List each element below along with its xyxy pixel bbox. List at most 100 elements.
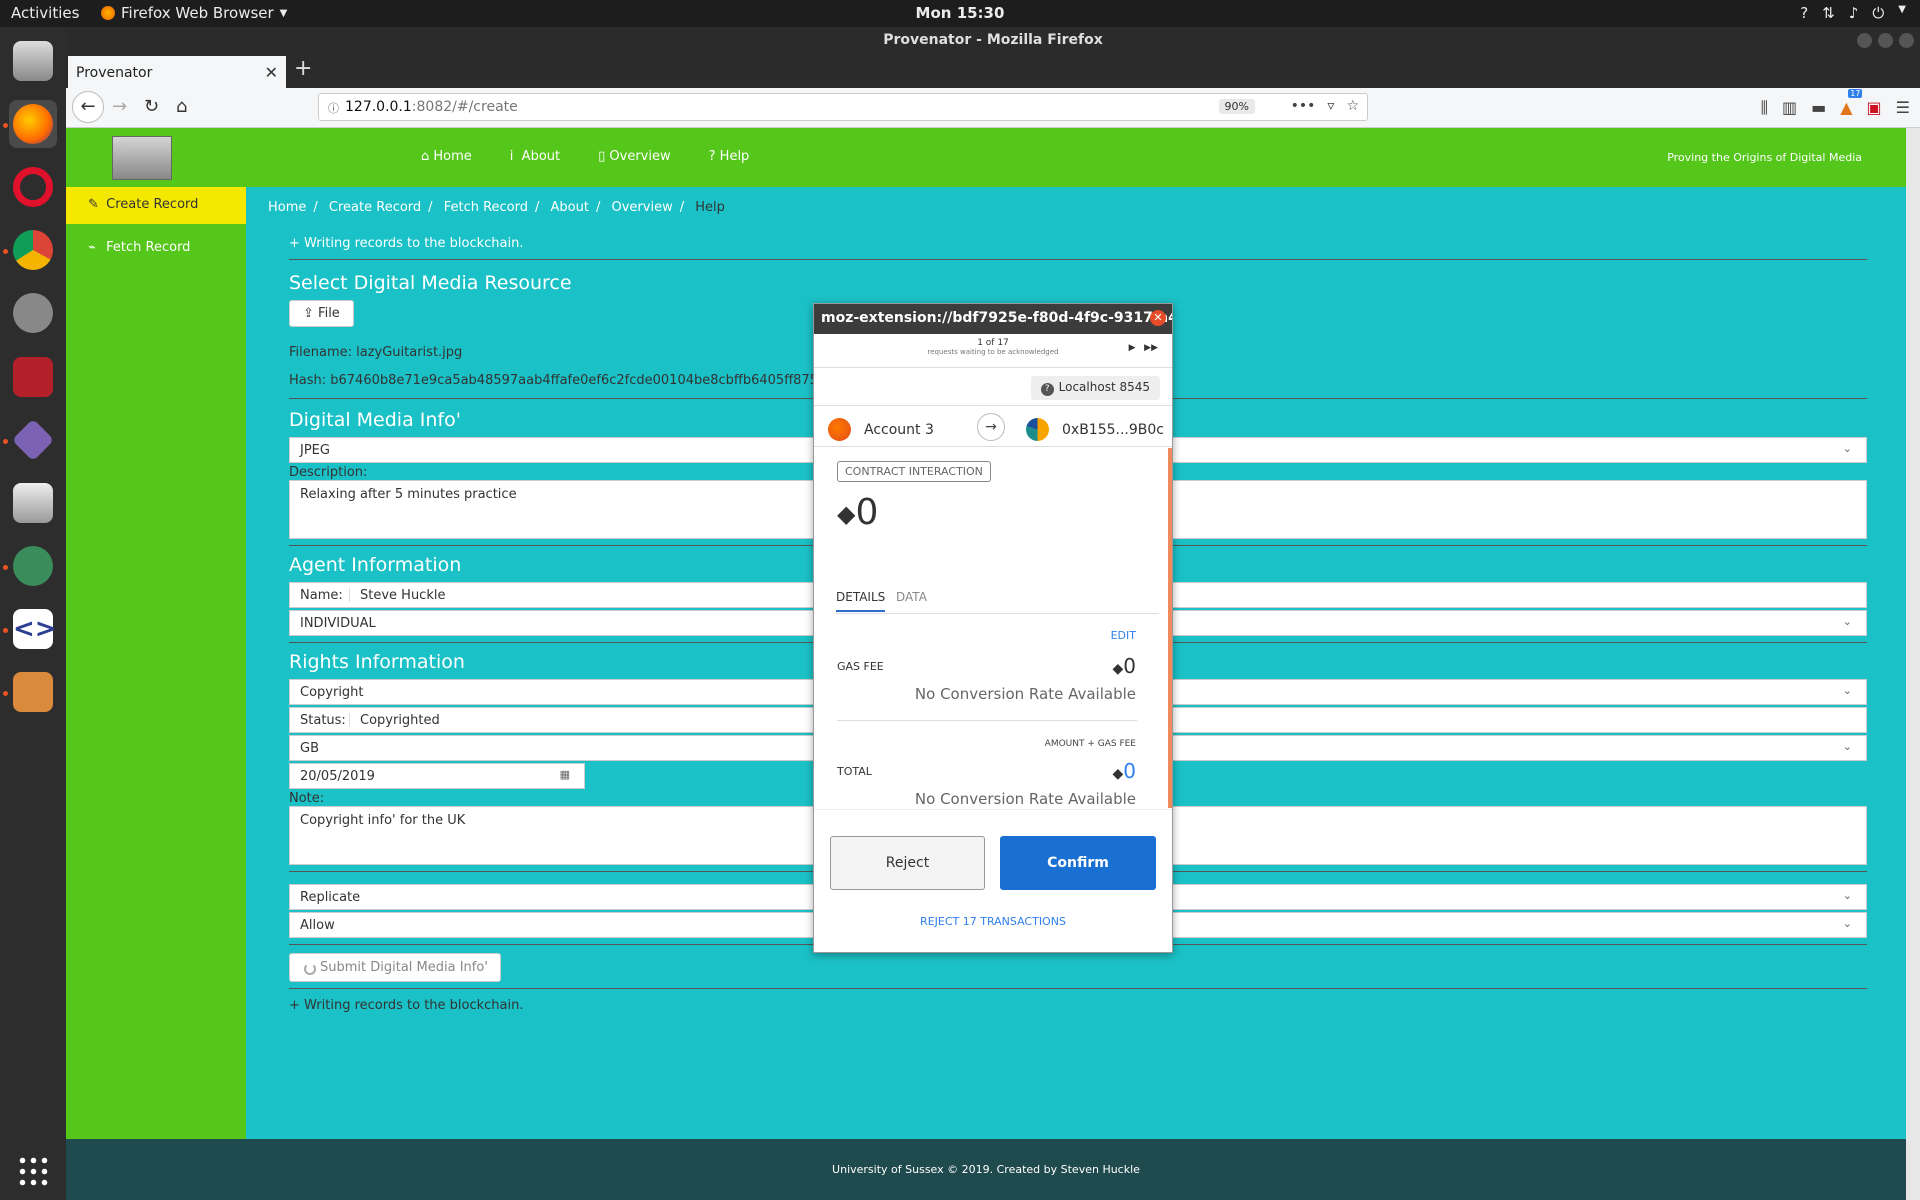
app-menu[interactable]: Firefox Web Browser ▼ [101,4,287,22]
tab-details[interactable]: DETAILS [836,590,886,612]
file-button-label: File [318,306,340,321]
nav-overview-label: Overview [609,149,671,164]
tab-provenator[interactable]: Provenator ✕ [68,56,286,88]
tab-data[interactable]: DATA [896,590,927,604]
dock-chrome[interactable] [9,226,57,274]
last-icon[interactable]: ▶▶ [1144,343,1158,353]
popup-scrollbar[interactable] [1168,448,1172,808]
breadcrumb-home[interactable]: Home [268,200,306,215]
file-upload-button[interactable]: ⇪ File [289,300,354,327]
dock-files[interactable] [9,37,57,85]
pocket-icon[interactable]: ▿ [1327,98,1334,114]
nav-home-label: Home [433,149,472,164]
reload-button[interactable]: ↻ [144,96,159,117]
to-address: 0xB155...9B0c [1062,421,1164,438]
ethereum-icon: ◆ [1112,766,1124,782]
reject-all-link[interactable]: REJECT 17 TRANSACTIONS [814,915,1172,928]
volume-icon[interactable]: ♪ [1849,4,1859,22]
minimize-button[interactable] [1857,33,1872,48]
chevron-down-icon: ⌄ [1842,615,1852,628]
popup-title-bar: moz-extension://bdf7925e-f80d-4f9c-9317-… [814,304,1172,334]
sidebar-icon[interactable]: ▥ [1782,98,1797,118]
dock-settings[interactable] [9,289,57,337]
queue-position: 1 of 17 [977,338,1009,348]
extension-icon[interactable]: ▬ [1811,98,1826,118]
nav-home[interactable]: ⌂ Home [421,149,472,164]
more-actions-icon[interactable]: ••• [1291,98,1316,114]
show-applications-button[interactable] [9,1147,57,1195]
writing-records-toggle-bottom[interactable]: + Writing records to the blockchain. [289,998,1867,1013]
main-nav: ⌂ Home i About ▯ Overview ? Help [421,149,749,164]
zoom-indicator[interactable]: 90% [1218,99,1255,114]
accessibility-icon[interactable]: ? [1800,4,1808,22]
metamask-fox-icon[interactable]: ▲ 17 [1840,89,1863,118]
dock-atom[interactable] [9,542,57,590]
chevron-down-icon[interactable]: ▼ [1898,4,1906,22]
reject-button[interactable]: Reject [830,836,985,890]
sidebar-item-fetch-record[interactable]: ⌁ Fetch Record [66,230,246,267]
clock[interactable]: Mon 15:30 [916,4,1005,22]
to-account[interactable]: 0xB155...9B0c [1026,418,1164,441]
file-cabinet-icon [13,41,53,81]
dock-editor[interactable] [9,416,57,464]
back-button[interactable]: ← [72,91,104,123]
home-button[interactable]: ⌂ [176,96,187,117]
opera-icon [13,167,53,207]
breadcrumb-about[interactable]: About [551,200,589,215]
nav-about[interactable]: i About [510,149,560,164]
maximize-button[interactable] [1878,33,1893,48]
bookmark-star-icon[interactable]: ☆ [1346,98,1359,114]
dock-virtualbox[interactable] [9,668,57,716]
calendar-icon[interactable]: ▦ [560,768,570,781]
screenshot-extension-icon[interactable]: ▣ [1867,98,1882,118]
close-icon[interactable]: ✕ [265,63,278,82]
network-indicator[interactable]: ? Localhost 8545 [1030,376,1160,400]
confirm-button[interactable]: Confirm [1000,836,1156,890]
info-icon[interactable]: ⓘ [328,100,339,116]
dock-code-editor[interactable]: <> [9,605,57,653]
breadcrumb-fetch-record[interactable]: Fetch Record [444,200,528,215]
dock-camera[interactable] [9,479,57,527]
close-icon[interactable]: ✕ [1150,310,1166,326]
submit-media-info-button[interactable]: Submit Digital Media Info' [289,953,501,982]
country-value: GB [300,741,319,756]
chevron-down-icon: ⌄ [1842,917,1852,930]
breadcrumb-create-record[interactable]: Create Record [329,200,421,215]
dock-firefox[interactable] [9,100,57,148]
next-icon[interactable]: ▶ [1129,343,1136,353]
url-bar[interactable]: ⓘ 127.0.0.1:8082/#/create 90% ••• ▿ ☆ [318,93,1368,121]
network-icon[interactable]: ⇅ [1822,4,1835,22]
date-input[interactable]: 20/05/2019 ▦ [289,763,585,789]
allow-value: Allow [300,918,335,933]
hamburger-menu-icon[interactable]: ☰ [1896,98,1910,118]
breadcrumb-help[interactable]: Help [695,200,725,215]
nav-help[interactable]: ? Help [709,149,750,164]
breadcrumb-overview[interactable]: Overview [612,200,673,215]
power-icon[interactable]: ⏻ [1872,4,1884,22]
writing-records-toggle[interactable]: + Writing records to the blockchain. [289,228,1867,260]
site-logo[interactable] [112,136,172,180]
network-name: Localhost 8545 [1058,380,1150,394]
total-value: ◆0 [1112,759,1136,783]
dock-terminal-app[interactable] [9,353,57,401]
gas-fee-amount: 0 [1123,654,1136,678]
edit-gas-link[interactable]: EDIT [1111,629,1136,642]
format-value: JPEG [300,443,330,458]
new-tab-button[interactable]: + [294,56,312,81]
system-tray[interactable]: ? ⇅ ♪ ⏻ ▼ [1800,4,1906,22]
site-tagline: Proving the Origins of Digital Media [1667,151,1862,164]
request-queue: 1 of 17 requests waiting to be acknowled… [814,334,1172,368]
site-footer: University of Sussex © 2019. Created by … [66,1139,1906,1200]
wrench-gear-icon [13,293,53,333]
running-indicator [3,691,8,696]
close-window-button[interactable] [1899,33,1914,48]
status-value: Copyrighted [360,713,440,728]
nav-overview[interactable]: ▯ Overview [598,149,671,164]
dock-opera[interactable] [9,163,57,211]
page-scrollbar[interactable] [1906,128,1920,1200]
forward-button[interactable]: → [112,96,127,117]
library-icon[interactable]: ⫼ [1761,98,1768,118]
sidebar-item-create-record[interactable]: ✎ Create Record [66,187,246,224]
from-account[interactable]: Account 3 [828,418,934,441]
activities-button[interactable]: Activities [11,4,79,22]
